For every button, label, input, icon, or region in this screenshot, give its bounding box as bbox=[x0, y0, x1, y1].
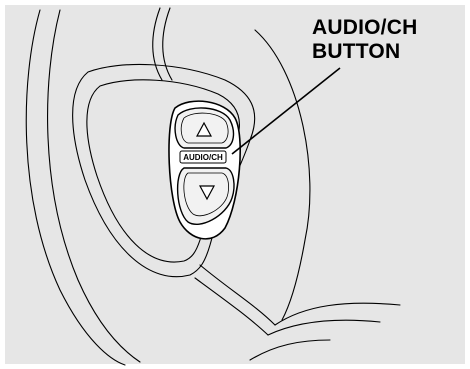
audio-ch-label-tab[interactable]: AUDIO/CH bbox=[179, 150, 227, 164]
callout-line-2: BUTTON bbox=[312, 40, 401, 63]
audio-ch-button-cluster: AUDIO/CH bbox=[168, 100, 241, 240]
audio-ch-button-callout: AUDIO/CH BUTTON bbox=[312, 16, 462, 64]
up-button[interactable] bbox=[174, 107, 235, 149]
audio-ch-label: AUDIO/CH bbox=[183, 153, 223, 162]
callout-line-1: AUDIO/CH bbox=[312, 16, 418, 39]
